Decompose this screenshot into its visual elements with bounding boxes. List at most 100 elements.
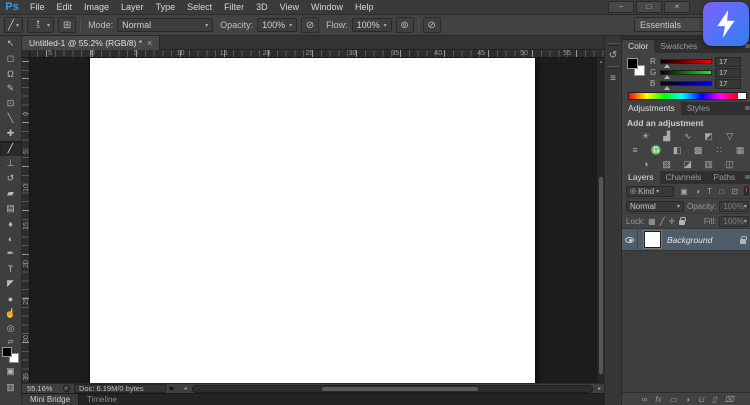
color-panel-swatches[interactable] (627, 58, 645, 76)
horizontal-scroll-thumb[interactable] (321, 386, 479, 392)
layer-filter-icon[interactable]: T (707, 187, 712, 196)
slider-thumb[interactable] (664, 75, 670, 79)
menu-item[interactable]: File (24, 0, 51, 15)
lock-all-icon[interactable] (679, 220, 685, 225)
adjustment-icon[interactable]: ∷ (712, 144, 726, 156)
panel-grip[interactable] (607, 43, 619, 46)
menu-item[interactable]: Help (349, 0, 380, 15)
tool-button[interactable]: ╱ (0, 141, 22, 156)
layers-footer-icon[interactable]: ⊔ (698, 395, 704, 404)
green-value-field[interactable]: 17 (715, 68, 741, 78)
airbrush-button[interactable]: ⊚ (396, 17, 414, 33)
scroll-left-icon[interactable]: ◂ (181, 385, 190, 392)
adjustment-icon[interactable]: ◩ (702, 130, 716, 142)
tool-button[interactable]: ◻ (0, 51, 22, 66)
menu-item[interactable]: Edit (51, 0, 79, 15)
adjustment-icon[interactable]: ▥ (702, 158, 716, 170)
bottom-panel-tab[interactable]: Timeline (79, 394, 125, 405)
menu-item[interactable]: Layer (115, 0, 150, 15)
tool-button[interactable]: ◎ (0, 321, 22, 336)
adjustment-icon[interactable]: ▟ (660, 130, 674, 142)
status-flyout-icon[interactable]: ▶ (170, 385, 175, 392)
document-tab[interactable]: Untitled-1 @ 55.2% (RGB/8) * × (22, 36, 160, 50)
tab-layers[interactable]: Layers (622, 171, 660, 184)
layer-fill-select[interactable]: 100% ▾ (719, 216, 749, 227)
horizontal-scrollbar[interactable] (192, 385, 593, 393)
filter-toggle-switch[interactable] (744, 186, 749, 196)
tool-button[interactable]: T (0, 261, 22, 276)
layer-visibility-toggle[interactable] (622, 229, 638, 251)
tool-button[interactable]: ☝ (0, 306, 22, 321)
toggle-brush-panel-button[interactable]: ⊞ (58, 17, 76, 33)
tool-preset-picker[interactable]: ╱ ▾ (4, 17, 23, 33)
tool-button[interactable]: ▰ (0, 186, 22, 201)
slider-thumb[interactable] (664, 64, 670, 68)
history-panel-button[interactable]: ↺ (605, 48, 621, 63)
layer-opacity-select[interactable]: 100% ▾ (719, 201, 749, 212)
panel-menu-icon[interactable]: ≣ (744, 171, 750, 184)
foreground-color-swatch[interactable] (627, 58, 638, 69)
tab-color[interactable]: Color (622, 40, 654, 53)
close-button[interactable]: × (664, 1, 690, 13)
color-spectrum-ramp[interactable] (628, 92, 747, 100)
menu-item[interactable]: Select (181, 0, 218, 15)
adjustment-icon[interactable]: ▨ (660, 158, 674, 170)
flow-select[interactable]: 100% ▾ (352, 18, 392, 32)
adjustment-icon[interactable]: ◧ (670, 144, 684, 156)
menu-item[interactable]: Type (150, 0, 182, 15)
adjustment-icon[interactable]: ≡ (628, 144, 642, 156)
canvas[interactable] (90, 58, 535, 383)
filter-kind-select[interactable]: ◎ Kind ▾ (626, 186, 674, 197)
ruler-origin-corner[interactable] (22, 50, 30, 58)
layers-footer-icon[interactable]: ∞ (642, 395, 648, 404)
screen-mode-button[interactable]: ▥ (0, 380, 22, 395)
adjustment-icon[interactable]: ▩ (691, 144, 705, 156)
layer-filter-icon[interactable]: ◑ (695, 187, 700, 196)
layers-footer-icon[interactable]: ◑ (685, 395, 690, 404)
layers-footer-icon[interactable]: ▯ (712, 395, 716, 404)
tool-button[interactable]: ◤ (0, 276, 22, 291)
adjustment-icon[interactable]: ☀ (639, 130, 653, 142)
layer-thumbnail[interactable] (644, 231, 661, 248)
tab-swatches[interactable]: Swatches (654, 40, 703, 53)
scroll-right-icon[interactable]: ▸ (595, 385, 604, 392)
tab-close-icon[interactable]: × (147, 38, 152, 48)
tool-button[interactable]: ✒ (0, 246, 22, 261)
properties-panel-button[interactable]: ≡ (605, 71, 621, 86)
tool-button[interactable]: ↺ (0, 171, 22, 186)
tool-button[interactable]: ↖ (0, 36, 22, 51)
layers-footer-icon[interactable]: ⌧ (725, 395, 734, 404)
layer-filter-icon[interactable]: ▣ (680, 187, 688, 196)
panel-menu-icon[interactable]: ≣ (744, 102, 750, 115)
tool-button[interactable]: ⊡ (0, 96, 22, 111)
lock-transparency-icon[interactable]: ▦ (648, 217, 656, 226)
opacity-select[interactable]: 100% ▾ (257, 18, 297, 32)
layer-filter-icon[interactable]: ⊡ (731, 187, 738, 196)
red-value-field[interactable]: 17 (715, 57, 741, 67)
layer-row-background[interactable]: Background (622, 229, 750, 251)
pressure-opacity-button[interactable]: ⊘ (301, 17, 319, 33)
adjustment-icon[interactable]: ∿ (681, 130, 695, 142)
layer-filter-icon[interactable]: □ (719, 187, 724, 196)
lock-pixels-icon[interactable]: ╱ (660, 217, 665, 226)
foreground-background-swatches[interactable] (2, 347, 19, 363)
adjustment-icon[interactable]: ♎ (649, 144, 663, 156)
red-slider[interactable] (660, 59, 712, 64)
adjustment-icon[interactable]: ◪ (681, 158, 695, 170)
menu-item[interactable]: View (274, 0, 305, 15)
green-slider[interactable] (660, 70, 712, 75)
tool-button[interactable]: ▤ (0, 201, 22, 216)
tool-button[interactable]: ◐ (0, 231, 22, 246)
menu-item[interactable]: 3D (250, 0, 274, 15)
slider-thumb[interactable] (664, 86, 670, 90)
blue-slider[interactable] (660, 81, 712, 86)
tab-paths[interactable]: Paths (707, 171, 741, 184)
minimize-button[interactable]: – (608, 1, 634, 13)
panel-grip[interactable] (607, 66, 619, 69)
bottom-panel-tab[interactable]: Mini Bridge (22, 394, 79, 405)
tool-button[interactable]: ● (0, 291, 22, 306)
menu-item[interactable]: Image (78, 0, 115, 15)
adjustment-icon[interactable]: ◫ (723, 158, 737, 170)
adjustment-icon[interactable]: ▦ (733, 144, 747, 156)
menu-item[interactable]: Filter (218, 0, 250, 15)
